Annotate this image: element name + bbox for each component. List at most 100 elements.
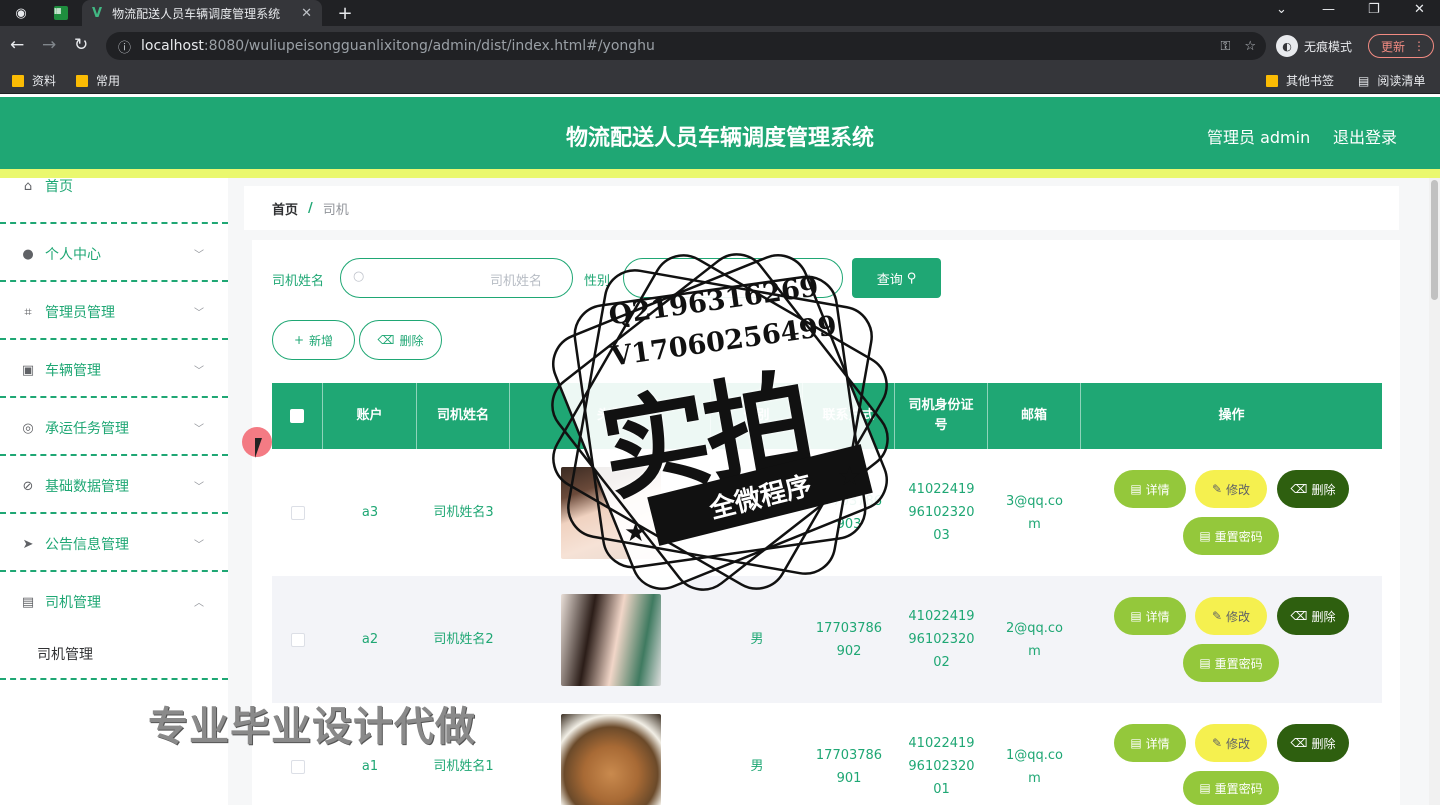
delete-label: 删除 [1311, 736, 1336, 751]
email-text: 1@qq.co [1005, 747, 1063, 763]
avatar-image[interactable] [560, 714, 661, 805]
submenu-driver-management[interactable]: 司机管理 [0, 638, 228, 680]
edit-label: 修改 [1226, 482, 1251, 497]
checkbox[interactable] [290, 409, 304, 423]
detail-button[interactable]: ▤ 详情 [1114, 724, 1186, 762]
back-icon[interactable]: ← [10, 35, 24, 55]
sidebar-item-home[interactable]: ⌂ 首页 [0, 166, 228, 224]
reading-list[interactable]: ▤ 阅读清单 [1358, 72, 1425, 89]
crop-icon: ⌗ [24, 304, 32, 320]
row-checkbox-cell [272, 576, 323, 703]
active-tab[interactable]: V 物流配送人员车辆调度管理系统 ✕ [82, 0, 322, 26]
edit-button[interactable]: ✎ 修改 [1195, 470, 1267, 508]
reset-password-button[interactable]: ▤ 重置密码 [1183, 644, 1279, 682]
sidebar-item-tasks[interactable]: ◎ 承运任务管理 ﹀ [0, 398, 228, 456]
email-text: m [1028, 516, 1041, 532]
delete-label: 删除 [1311, 482, 1336, 497]
maximize-icon[interactable]: ❐ [1368, 2, 1380, 17]
compass-icon: ⊘ [22, 478, 34, 494]
email-cell: 3@qq.co m [988, 449, 1081, 576]
driver-name-label: 司机姓名 [272, 274, 325, 289]
folder-icon [12, 74, 24, 87]
address-bar[interactable]: ⓘ localhost:8080/wuliupeisongguanlixiton… [106, 32, 1266, 60]
checkbox[interactable] [290, 759, 305, 774]
sidebar-item-admins[interactable]: ⌗ 管理员管理 ﹀ [0, 282, 228, 340]
driver-name-cell: 司机姓名2 [433, 632, 494, 647]
cursor-icon [255, 438, 262, 458]
incognito-icon: ◐ [1276, 35, 1298, 57]
chevron-down-icon: ﹀ [194, 250, 204, 261]
sidebar-item-label: 车辆管理 [45, 363, 101, 379]
trash-icon: ⌫ [377, 333, 395, 347]
close-tab-icon[interactable]: ✕ [301, 6, 312, 21]
breadcrumb-separator: / [308, 200, 313, 216]
folder-icon [1266, 74, 1278, 87]
sidebar-item-basedata[interactable]: ⊘ 基础数据管理 ﹀ [0, 456, 228, 514]
forward-icon[interactable]: → [42, 35, 56, 55]
select-all-checkbox[interactable] [272, 383, 323, 449]
edit-icon: ✎ [1211, 736, 1223, 750]
reset-password-button[interactable]: ▤ 重置密码 [1183, 771, 1279, 805]
star-icon: ★ [624, 518, 648, 548]
id-text: 41022419 [908, 609, 975, 624]
delete-button[interactable]: ⌫ 删除 [1277, 470, 1349, 508]
checkbox[interactable] [290, 632, 305, 647]
star-icon[interactable]: ☆ [1244, 39, 1256, 54]
bookmark-folder[interactable]: 常用 [76, 72, 120, 89]
clipboard-icon: ▣ [21, 362, 35, 378]
id-text: 03 [933, 528, 950, 543]
info-icon[interactable]: ⓘ [118, 37, 131, 56]
reset-label: 重置密码 [1214, 781, 1263, 796]
browser-tab-bar: ◉ ▦ V 物流配送人员车辆调度管理系统 ✕ + ⌄ — ❐ ✕ [0, 0, 1440, 26]
trash-icon: ⌫ [1290, 609, 1308, 623]
sidebar-item-drivers[interactable]: ▤ 司机管理 ︿ [0, 572, 228, 630]
email-text: 2@qq.co [1005, 620, 1063, 636]
chevron-down-icon: ﹀ [194, 366, 204, 377]
edit-label: 修改 [1226, 609, 1251, 624]
browser-toolbar: ← → ↻ ⓘ localhost:8080/wuliupeisongguanl… [0, 26, 1440, 66]
sidebar-item-label: 公告信息管理 [45, 537, 129, 553]
logout-link[interactable]: 退出登录 [1333, 124, 1397, 148]
close-window-icon[interactable]: ✕ [1414, 2, 1425, 17]
reload-icon[interactable]: ↻ [74, 35, 88, 55]
incognito-indicator[interactable]: ◐ 无痕模式 [1276, 35, 1352, 57]
target-icon: ◎ [22, 420, 34, 436]
delete-button[interactable]: ⌫ 删除 [1277, 724, 1349, 762]
sidebar-item-notices[interactable]: ➤ 公告信息管理 ﹀ [0, 514, 228, 572]
update-label: 更新 [1381, 39, 1406, 54]
detail-label: 详情 [1145, 609, 1170, 624]
batch-delete-button[interactable]: ⌫ 删除 [359, 320, 442, 360]
breadcrumb-home[interactable]: 首页 [272, 199, 298, 218]
key-icon[interactable]: ⚿ [1220, 39, 1230, 54]
breadcrumb: 首页 / 司机 [244, 186, 1399, 230]
chevron-down-icon: ﹀ [194, 540, 204, 551]
other-bookmarks-label: 其他书签 [1286, 74, 1335, 88]
scrollbar-thumb[interactable] [1431, 180, 1438, 300]
chevron-down-icon: ﹀ [194, 424, 204, 435]
minimize-icon[interactable]: — [1322, 2, 1335, 17]
tab-search-icon[interactable]: ⌄ [1276, 2, 1287, 17]
sidebar-item-personal[interactable]: ● 个人中心 ﹀ [0, 224, 228, 282]
delete-button[interactable]: ⌫ 删除 [1277, 597, 1349, 635]
reset-label: 重置密码 [1214, 529, 1263, 544]
update-button[interactable]: 更新 ⋮ [1368, 34, 1434, 58]
globe-icon[interactable]: ◉ [12, 4, 30, 22]
reset-password-button[interactable]: ▤ 重置密码 [1183, 517, 1279, 555]
sidebar-item-label: 个人中心 [45, 247, 101, 263]
add-button[interactable]: + 新增 [272, 320, 355, 360]
chevron-down-icon: ﹀ [194, 482, 204, 493]
bookmark-folder[interactable]: 资料 [12, 72, 56, 89]
sidebar-item-label: 司机管理 [45, 595, 101, 611]
sheets-tab-icon[interactable]: ▦ [52, 4, 70, 22]
user-icon: ● [22, 246, 34, 262]
detail-button[interactable]: ▤ 详情 [1114, 597, 1186, 635]
id-text: 01 [933, 782, 950, 797]
new-tab-button[interactable]: + [336, 3, 354, 24]
id-text: 96102320 [908, 759, 975, 774]
edit-button[interactable]: ✎ 修改 [1195, 724, 1267, 762]
checkbox[interactable] [290, 505, 305, 520]
detail-button[interactable]: ▤ 详情 [1114, 470, 1186, 508]
edit-button[interactable]: ✎ 修改 [1195, 597, 1267, 635]
other-bookmarks[interactable]: 其他书签 [1266, 72, 1334, 89]
sidebar-item-vehicles[interactable]: ▣ 车辆管理 ﹀ [0, 340, 228, 398]
